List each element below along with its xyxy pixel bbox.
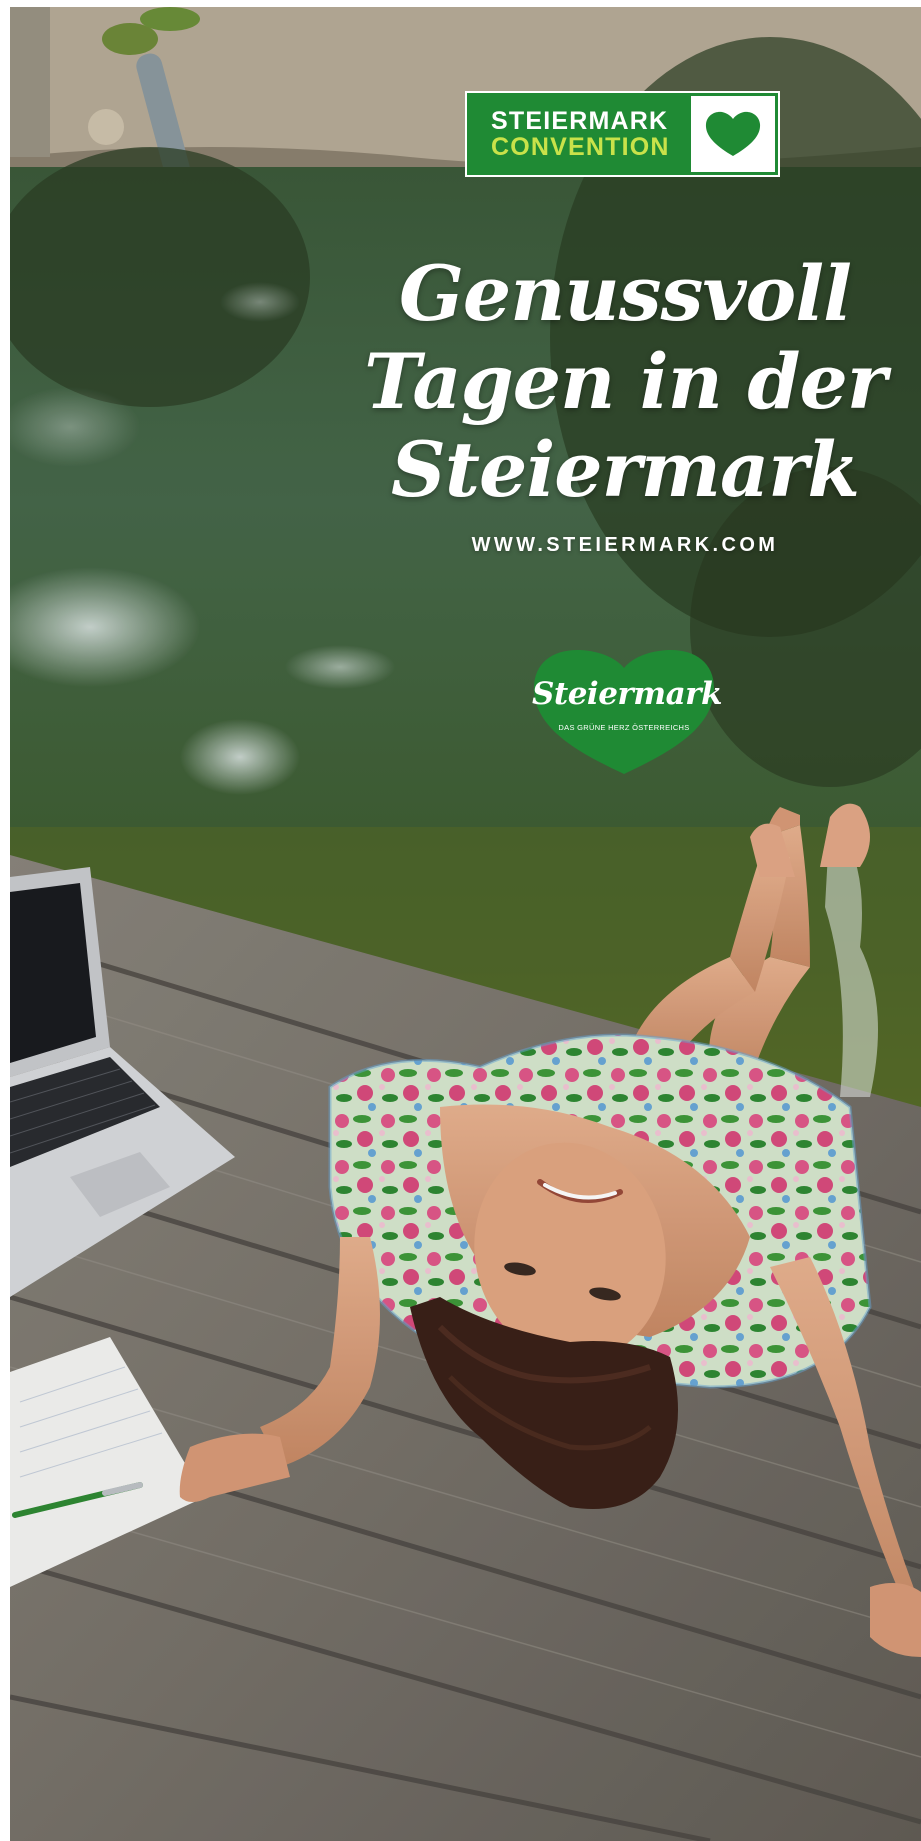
steiermark-heart-logo: Steiermark DAS GRÜNE HERZ ÖSTERREICHS [532,648,722,776]
brochure-cover: STEIERMARK CONVENTION Genussvoll Tagen i… [0,0,921,1841]
convention-line-1: STEIERMARK [491,106,669,135]
heart-icon [691,96,775,172]
website-url[interactable]: WWW.STEIERMARK.COM [420,534,830,557]
convention-wordmark: STEIERMARK CONVENTION [467,106,691,161]
convention-badge: STEIERMARK CONVENTION [465,91,780,177]
logo-script: Steiermark [532,676,722,712]
headline-line-1: Genussvoll [399,249,852,338]
headline-line-3: Steiermark [391,425,860,514]
logo-tagline: DAS GRÜNE HERZ ÖSTERREICHS [558,723,690,732]
green-heart-icon [534,649,714,774]
headline-line-2: Tagen in der [364,337,887,426]
convention-line-2: CONVENTION [491,133,670,161]
cover-headline: Genussvoll Tagen in der Steiermark [360,250,890,514]
